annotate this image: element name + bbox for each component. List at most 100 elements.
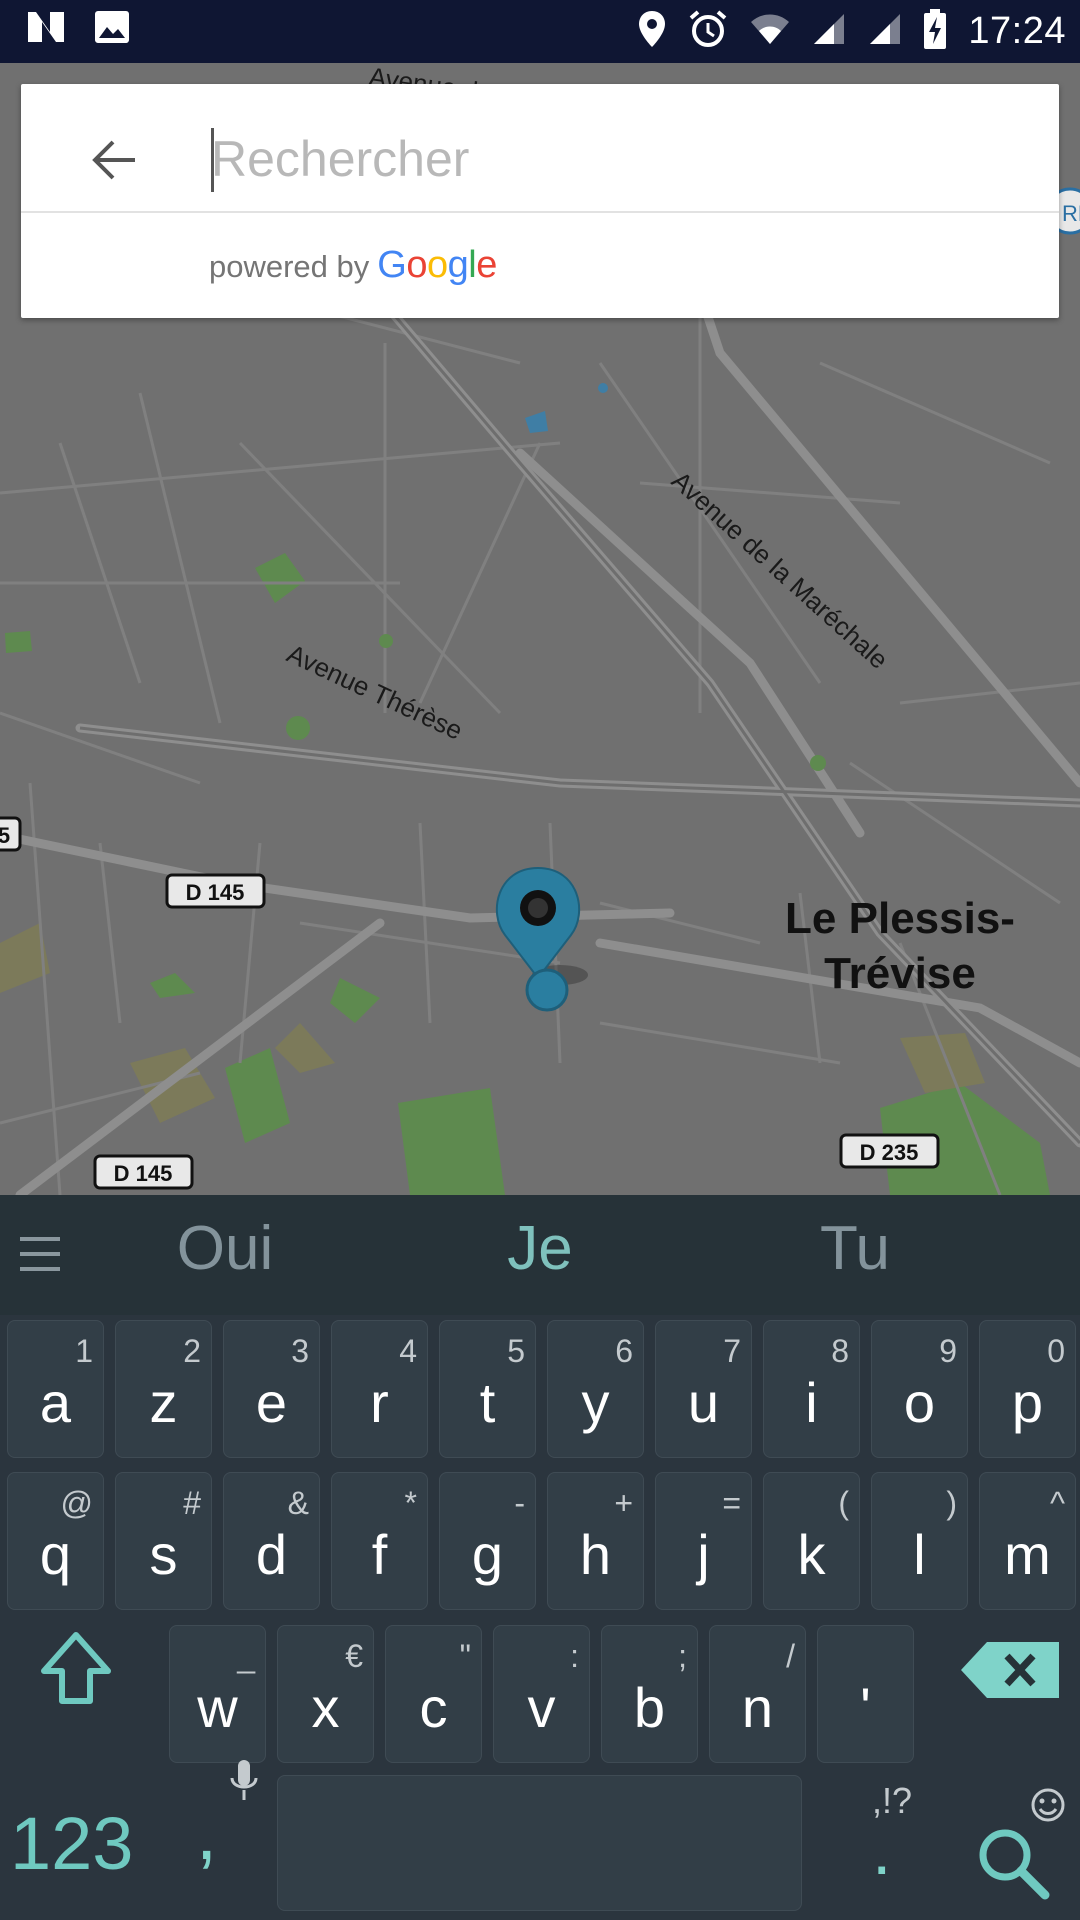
key-y[interactable]: 6y xyxy=(547,1320,644,1458)
key-label: z xyxy=(149,1371,178,1434)
key-hint: = xyxy=(722,1485,741,1521)
route-shield-d145-a: D 145 xyxy=(165,873,266,909)
key-hint: 5 xyxy=(507,1333,525,1369)
suggestion-right[interactable]: Tu xyxy=(725,1213,985,1284)
svg-text:RE: RE xyxy=(1062,201,1080,226)
key-hint: ; xyxy=(678,1638,687,1674)
arrow-back-icon xyxy=(92,140,135,180)
backspace-icon xyxy=(961,1642,1059,1698)
key-l[interactable]: ) l xyxy=(871,1472,968,1610)
key-n[interactable]: / n xyxy=(709,1625,806,1763)
key-b[interactable]: ; b xyxy=(601,1625,698,1763)
numbers-key[interactable]: 123 xyxy=(10,1801,133,1886)
key-label: m xyxy=(1004,1523,1051,1586)
key-hint: 6 xyxy=(615,1333,633,1369)
key-hint: _ xyxy=(237,1638,255,1674)
key-hint: ( xyxy=(838,1485,849,1521)
key-hint: + xyxy=(614,1485,633,1521)
key-hint: 0 xyxy=(1047,1333,1065,1369)
town-label-line1: Le Plessis- xyxy=(785,894,1015,943)
key-label: s xyxy=(149,1523,178,1586)
key-label: p xyxy=(1011,1371,1044,1434)
svg-text:D 145: D 145 xyxy=(114,1161,173,1186)
key-g[interactable]: -g xyxy=(439,1472,536,1610)
key-apostrophe[interactable]: ' xyxy=(817,1625,914,1763)
comma-label: , xyxy=(196,1791,218,1876)
n-logo-icon xyxy=(26,10,66,49)
route-shield-d145-b: D 145 xyxy=(93,1154,194,1190)
search-card: powered by Google xyxy=(21,84,1059,318)
key-hint: 8 xyxy=(831,1333,849,1369)
key-hint: @ xyxy=(60,1485,93,1521)
key-hint: 9 xyxy=(939,1333,957,1369)
key-t[interactable]: 5t xyxy=(439,1320,536,1458)
key-q[interactable]: @ q xyxy=(7,1472,104,1610)
key-label: c xyxy=(419,1676,448,1739)
shift-arrow-icon xyxy=(41,1632,111,1704)
key-i[interactable]: 8i xyxy=(763,1320,860,1458)
key-o[interactable]: 9o xyxy=(871,1320,968,1458)
key-h[interactable]: + h xyxy=(547,1472,644,1610)
key-d[interactable]: & d xyxy=(223,1472,320,1610)
key-label: d xyxy=(255,1523,288,1586)
key-label: o xyxy=(903,1371,936,1434)
suggestion-left[interactable]: Oui xyxy=(95,1213,355,1284)
key-w[interactable]: _ w xyxy=(169,1625,266,1763)
key-label: k xyxy=(797,1523,826,1586)
svg-text:D 235: D 235 xyxy=(860,1140,919,1165)
key-p[interactable]: 0p xyxy=(979,1320,1076,1458)
route-shield-d235: D 235 xyxy=(839,1133,940,1169)
key-label: y xyxy=(581,1371,610,1434)
key-hint: 7 xyxy=(723,1333,741,1369)
search-key-icon[interactable] xyxy=(975,1825,1051,1901)
key-r[interactable]: 4r xyxy=(331,1320,428,1458)
location-pin-icon xyxy=(638,10,666,53)
key-label: f xyxy=(371,1523,388,1586)
key-f[interactable]: * f xyxy=(331,1472,428,1610)
key-label: i xyxy=(805,1371,818,1434)
key-hint: & xyxy=(287,1485,309,1521)
suggestion-bar: Oui Je Tu xyxy=(0,1195,1080,1315)
key-x[interactable]: € x xyxy=(277,1625,374,1763)
menu-icon[interactable] xyxy=(20,1233,62,1275)
key-e[interactable]: 3e xyxy=(223,1320,320,1458)
alarm-icon xyxy=(688,9,728,54)
key-a[interactable]: 1a xyxy=(7,1320,104,1458)
shift-key[interactable] xyxy=(20,1615,120,1725)
key-label: u xyxy=(687,1371,720,1434)
key-hint: ) xyxy=(946,1485,957,1521)
key-z[interactable]: 2z xyxy=(115,1320,212,1458)
key-j[interactable]: = j xyxy=(655,1472,752,1610)
key-label: w xyxy=(197,1676,238,1739)
key-label: v xyxy=(527,1676,556,1739)
key-m[interactable]: ^ m xyxy=(979,1472,1076,1610)
status-bar: 17:24 xyxy=(0,0,1080,63)
keyboard: Oui Je Tu 1 a 2 z 3 e 4 r 5 t 6 y 7 u 8 i 9 o 0 p @ q # s & d * f - g… xyxy=(0,1195,1080,1920)
suggestion-middle[interactable]: Je xyxy=(410,1213,670,1284)
back-button[interactable] xyxy=(67,112,163,208)
key-label: b xyxy=(633,1676,666,1739)
search-divider xyxy=(21,211,1059,213)
period-key[interactable]: ,!? . xyxy=(862,1780,942,1900)
svg-text:D 145: D 145 xyxy=(186,880,245,905)
key-hint: / xyxy=(786,1638,795,1674)
search-input[interactable] xyxy=(211,114,1031,204)
key-v[interactable]: :v xyxy=(493,1625,590,1763)
key-label: l xyxy=(913,1523,926,1586)
signal-icon-2 xyxy=(868,12,902,51)
powered-by-text: powered by xyxy=(209,249,370,284)
key-label: g xyxy=(471,1523,504,1586)
town-label-line2: Trévise xyxy=(824,949,976,998)
key-u[interactable]: 7u xyxy=(655,1320,752,1458)
key-k[interactable]: (k xyxy=(763,1472,860,1610)
key-hint: - xyxy=(514,1485,525,1521)
wifi-icon xyxy=(750,12,790,51)
key-c[interactable]: " c xyxy=(385,1625,482,1763)
key-hint: # xyxy=(183,1485,201,1521)
space-key[interactable] xyxy=(277,1775,802,1911)
backspace-key[interactable] xyxy=(955,1615,1065,1725)
key-s[interactable]: # s xyxy=(115,1472,212,1610)
emoji-icon[interactable] xyxy=(1030,1787,1066,1823)
comma-key[interactable]: , xyxy=(178,1760,268,1900)
key-label: x xyxy=(311,1676,340,1739)
